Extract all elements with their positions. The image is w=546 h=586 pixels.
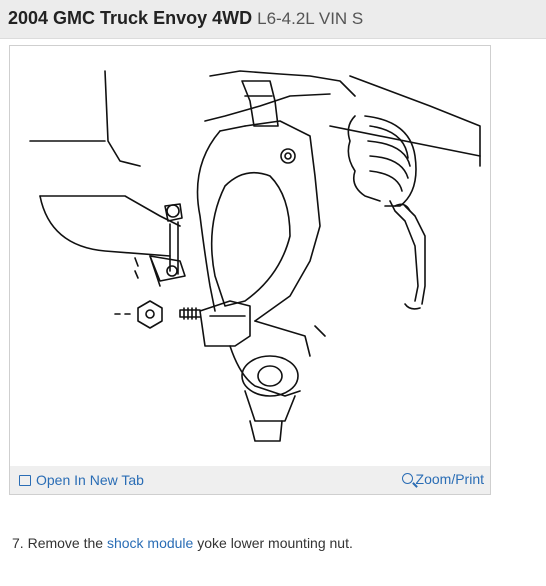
figure-toolbar: Open In New Tab Zoom/Print: [10, 466, 490, 494]
suspension-diagram: [29, 70, 481, 442]
zoom-print-link[interactable]: Zoom/Print: [401, 471, 484, 487]
step-text-after: yoke lower mounting nut.: [197, 535, 353, 551]
open-tab-icon: [19, 475, 31, 486]
vehicle-title: 2004 GMC Truck Envoy 4WD L6-4.2L VIN S: [8, 8, 363, 29]
zoom-label: Zoom/Print: [415, 471, 484, 487]
instruction-step: 7. Remove the shock module yoke lower mo…: [12, 535, 353, 551]
step-text-before: Remove the: [27, 535, 104, 551]
step-number: 7.: [12, 535, 24, 551]
open-in-new-tab-link[interactable]: Open In New Tab: [19, 472, 144, 488]
magnifier-icon: [401, 473, 413, 484]
page-header: 2004 GMC Truck Envoy 4WD L6-4.2L VIN S: [0, 0, 546, 39]
shock-module-link[interactable]: shock module: [107, 535, 193, 551]
diagram-figure: Open In New Tab Zoom/Print: [9, 45, 491, 495]
vehicle-name: 2004 GMC Truck Envoy 4WD: [8, 8, 253, 28]
engine-spec: L6-4.2L VIN S: [257, 9, 364, 28]
open-tab-label: Open In New Tab: [36, 472, 144, 488]
